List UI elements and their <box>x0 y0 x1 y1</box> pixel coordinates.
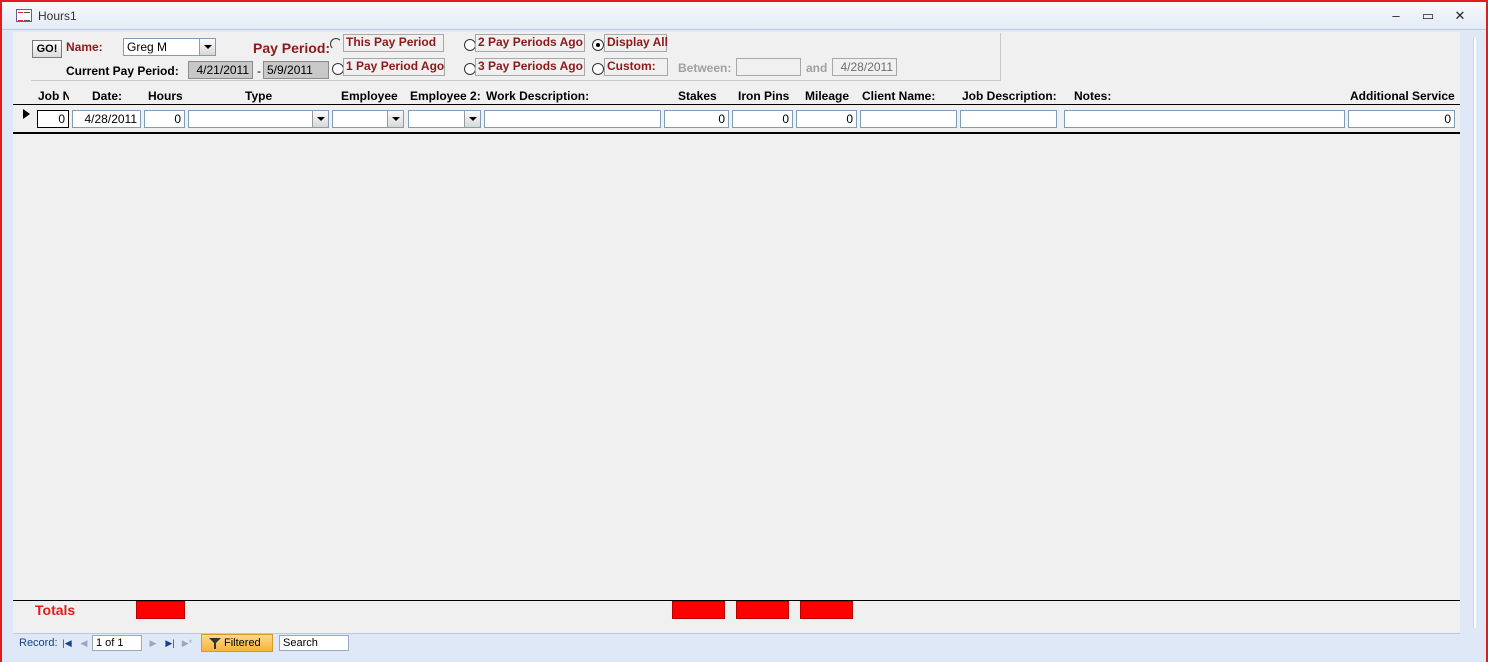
close-button[interactable]: ✕ <box>1449 8 1471 24</box>
first-record-icon[interactable]: |◀ <box>60 636 74 650</box>
detail-bottom-rule <box>13 132 1460 134</box>
option-one-ago[interactable]: 1 Pay Period Ago <box>343 58 445 76</box>
col-additional-service: Additional Service <box>1350 89 1455 103</box>
col-stakes: Stakes <box>678 89 717 103</box>
option-two-ago[interactable]: 2 Pay Periods Ago <box>475 34 585 52</box>
next-record-icon[interactable]: ▶ <box>146 636 160 650</box>
go-button[interactable]: GO! <box>32 40 62 58</box>
chevron-down-icon[interactable] <box>312 111 328 127</box>
period-start-field: 4/21/2011 <box>188 61 253 79</box>
iron-pins-field[interactable]: 0 <box>732 110 793 128</box>
total-mileage-box <box>800 601 853 619</box>
col-type: Type <box>245 89 273 103</box>
radio-display-all[interactable] <box>592 39 604 51</box>
window-title: Hours1 <box>38 9 77 23</box>
record-selector-arrow-icon[interactable] <box>23 109 30 119</box>
job-no-field[interactable]: 0 <box>37 110 69 128</box>
job-description-field[interactable] <box>960 110 1057 128</box>
pay-period-label: Pay Period: <box>253 40 331 56</box>
radio-custom[interactable] <box>592 63 604 75</box>
chevron-down-icon[interactable] <box>199 39 215 55</box>
date-field[interactable]: 4/28/2011 <box>72 110 141 128</box>
employee2-combo[interactable] <box>408 110 481 128</box>
option-display-all[interactable]: Display All <box>604 34 668 52</box>
period-separator: - <box>257 64 261 78</box>
col-iron-pins: Iron Pins <box>738 89 790 103</box>
current-pay-period-label: Current Pay Period: <box>66 64 179 78</box>
filter-icon <box>209 638 221 649</box>
name-combo[interactable]: Greg M <box>123 38 216 56</box>
mileage-field[interactable]: 0 <box>796 110 857 128</box>
scrollbar-track[interactable] <box>1473 38 1476 628</box>
between-label: Between: <box>678 61 732 75</box>
col-client-name: Client Name: <box>862 89 936 103</box>
option-this-pay-period[interactable]: This Pay Period <box>343 34 444 52</box>
filter-toggle-button[interactable]: Filtered <box>201 634 273 652</box>
maximize-button[interactable]: ▭ <box>1417 8 1439 24</box>
col-mileage: Mileage <box>805 89 850 103</box>
search-input[interactable]: Search <box>279 635 349 651</box>
employee-combo[interactable] <box>332 110 404 128</box>
previous-record-icon[interactable]: ◀ <box>77 636 91 650</box>
col-work-description: Work Description: <box>486 89 590 103</box>
vertical-scrollbar[interactable] <box>1460 32 1486 633</box>
form-icon <box>16 9 32 22</box>
additional-service-field[interactable]: 0 <box>1348 110 1455 128</box>
chevron-down-icon[interactable] <box>387 111 403 127</box>
option-three-ago[interactable]: 3 Pay Periods Ago <box>475 58 585 76</box>
totals-label: Totals <box>35 602 76 618</box>
last-record-icon[interactable]: ▶| <box>163 636 177 650</box>
col-notes: Notes: <box>1074 89 1112 103</box>
minimize-button[interactable]: – <box>1385 8 1407 24</box>
col-date: Date: <box>92 89 123 103</box>
stakes-field[interactable]: 0 <box>664 110 729 128</box>
title-bar[interactable]: Hours1 – ▭ ✕ <box>2 2 1486 30</box>
record-position-input[interactable]: 1 of 1 <box>92 635 142 651</box>
record-label: Record: <box>19 637 58 649</box>
left-frame <box>4 32 13 633</box>
hours-field[interactable]: 0 <box>144 110 185 128</box>
client-name-field[interactable] <box>860 110 957 128</box>
col-job-description: Job Description: <box>962 89 1057 103</box>
bottom-frame <box>2 653 1486 662</box>
name-value: Greg M <box>127 40 168 54</box>
between-field[interactable] <box>736 58 801 76</box>
col-employee: Employee <box>341 89 398 103</box>
filter-status-label: Filtered <box>224 637 261 649</box>
col-job-no: Job N <box>38 89 69 103</box>
record-navigation-bar: Record: |◀ ◀ 1 of 1 ▶ ▶| ▶* Filtered Sea… <box>13 633 1460 653</box>
total-hours-box <box>136 601 185 619</box>
access-form-window: Hours1 – ▭ ✕ GO! Name: Greg M Current Pa… <box>0 0 1488 662</box>
form-body: GO! Name: Greg M Current Pay Period: 4/2… <box>13 32 1460 633</box>
detail-top-rule <box>13 104 1460 105</box>
radio-this-pay-period[interactable] <box>330 38 342 50</box>
new-record-icon[interactable]: ▶* <box>180 636 194 650</box>
total-iron-pins-box <box>736 601 789 619</box>
option-custom[interactable]: Custom: <box>604 58 668 76</box>
total-stakes-box <box>672 601 725 619</box>
notes-field[interactable] <box>1064 110 1345 128</box>
name-label: Name: <box>66 40 103 54</box>
col-employee2: Employee 2: <box>410 89 481 103</box>
and-label: and <box>806 61 828 75</box>
and-field[interactable]: 4/28/2011 <box>832 58 897 76</box>
chevron-down-icon[interactable] <box>464 111 480 127</box>
period-end-field: 5/9/2011 <box>263 61 329 79</box>
type-combo[interactable] <box>188 110 329 128</box>
col-hours: Hours <box>148 89 183 103</box>
work-description-field[interactable] <box>484 110 661 128</box>
